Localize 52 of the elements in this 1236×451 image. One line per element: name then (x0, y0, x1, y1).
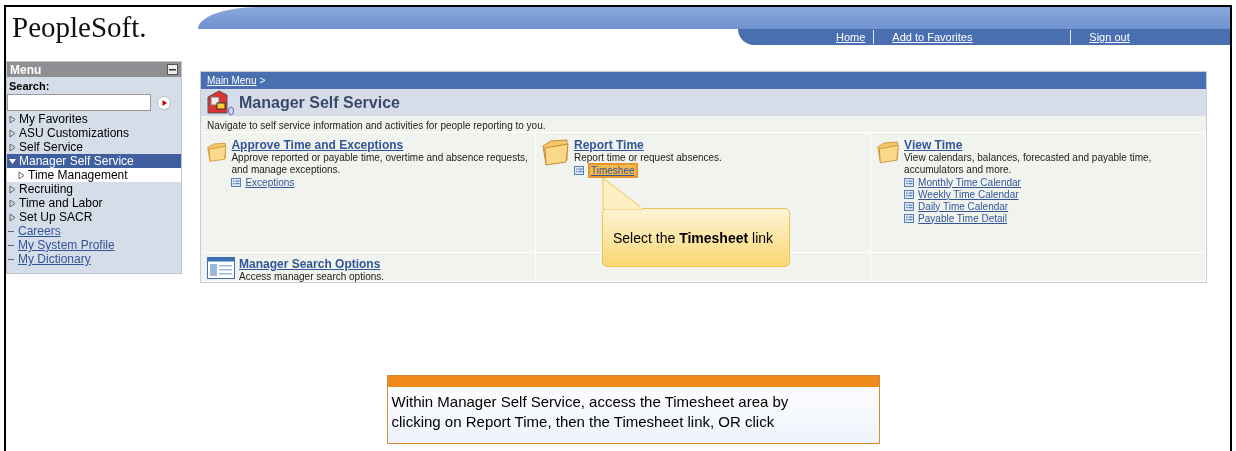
nav-link[interactable]: Add to Favorites (884, 31, 1071, 43)
page-link[interactable]: Weekly Time Calendar (918, 188, 1019, 200)
building-icon (205, 88, 235, 117)
nav-link[interactable]: Sign out (1081, 31, 1138, 43)
menu-item[interactable]: Recruiting (7, 182, 181, 196)
menu-item[interactable]: My Favorites (7, 112, 181, 126)
folder-icon (542, 138, 570, 166)
collapse-button[interactable] (167, 64, 178, 75)
logo: PeopleSoft. (11, 10, 148, 45)
page-link[interactable]: Monthly Time Calendar (918, 176, 1021, 188)
page-link[interactable]: Daily Time Calendar (918, 200, 1009, 212)
page-description: Navigate to self service information and activities for people reporting to you. (201, 116, 1206, 133)
menu-item[interactable]: My Dictionary (7, 252, 181, 266)
nav-link[interactable]: Home (828, 31, 874, 43)
expanded-icon (8, 156, 17, 166)
play-icon (157, 95, 171, 110)
list-icon (904, 213, 915, 223)
menu-item[interactable]: Manager Self Service (7, 154, 181, 168)
instruction-text: Within Manager Self Service, access the Timesheet area by clicking on Report Time, then the Timesheet link, OR click (390, 392, 790, 432)
search-label: Search: (8, 79, 51, 94)
tile-description: Approve reported or payable time, overtime and absence requests, and manage exceptions. (231, 152, 529, 176)
tile-link[interactable]: Report Time (574, 138, 722, 152)
page-link[interactable]: Timeshee (588, 162, 638, 178)
tile-link[interactable]: Approve Time and Exceptions (231, 138, 529, 152)
tile-description: Report time or request absences. (574, 152, 722, 164)
list-icon (904, 201, 915, 211)
menu-item[interactable]: Self Service (7, 140, 181, 154)
list-icon (904, 177, 915, 187)
list-icon (231, 177, 242, 187)
menu-item[interactable]: Set Up SACR (7, 210, 181, 224)
search-field[interactable] (7, 94, 151, 111)
folder-icon (877, 138, 901, 166)
list-icon (904, 189, 915, 199)
menu-title: Menu (10, 62, 42, 77)
window-icon (207, 257, 235, 279)
menu-item[interactable]: My System Profile (7, 238, 181, 252)
tile-description: Access manager search options. (239, 271, 385, 283)
search-button[interactable] (157, 95, 171, 110)
menu-item[interactable]: Time and Labor (7, 196, 181, 210)
menu-item[interactable]: Time Management (7, 168, 181, 182)
breadcrumb-separator: > (259, 75, 266, 86)
page-link[interactable]: Payable Time Detail (918, 212, 1008, 224)
page-title: Manager Self Service (239, 93, 400, 112)
menu-item[interactable]: Careers (7, 224, 181, 238)
tile-link[interactable]: Manager Search Options (239, 257, 385, 271)
menu-item[interactable]: ASU Customizations (7, 126, 181, 140)
tile-link[interactable]: View Time (904, 138, 1199, 152)
tile-description: View calendars, balances, forecasted and payable time, accumulators and more. (904, 152, 1153, 176)
callout-text: Select the Timesheet link (612, 229, 774, 246)
breadcrumb-link[interactable]: Main Menu (207, 75, 257, 86)
list-icon (574, 165, 584, 175)
page-link[interactable]: Exceptions (245, 176, 295, 188)
